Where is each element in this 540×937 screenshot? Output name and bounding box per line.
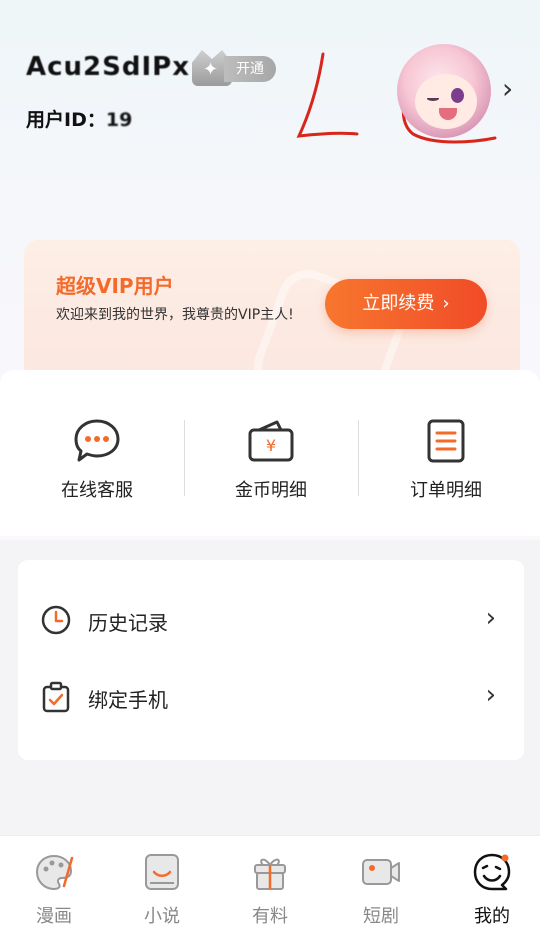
vip-card: 超级VIP用户 欢迎来到我的世界，我尊贵的VIP主人! 立即续费 › — [24, 240, 520, 380]
chat-bubble-icon — [73, 418, 121, 464]
menu-item-label: 历史记录 — [88, 611, 168, 635]
menu-list: 历史记录 › 绑定手机 › — [18, 560, 524, 760]
book-icon — [142, 852, 182, 892]
gift-icon — [250, 852, 290, 892]
star-icon: ✦ — [203, 59, 219, 80]
tab-label: 我的 — [474, 906, 510, 927]
chevron-right-icon: › — [485, 603, 496, 633]
tab-manga[interactable]: 漫画 — [0, 852, 108, 928]
tab-label: 小说 — [144, 906, 180, 927]
clock-icon — [40, 604, 72, 636]
chevron-right-icon[interactable]: › — [502, 72, 518, 105]
tab-featured[interactable]: 有料 — [216, 852, 324, 928]
menu-item-label: 绑定手机 — [88, 688, 168, 712]
chevron-right-icon: › — [442, 293, 450, 314]
tab-label: 有料 — [252, 906, 288, 927]
services-panel: 在线客服 ¥ 金币明细 订单明细 — [0, 370, 540, 536]
video-icon — [361, 852, 401, 892]
avatar[interactable] — [397, 44, 491, 138]
tab-mine[interactable]: 我的 — [438, 852, 540, 928]
tab-short-drama[interactable]: 短剧 — [327, 852, 435, 928]
menu-item-bind-phone[interactable]: 绑定手机 › — [18, 667, 524, 727]
user-id-value: 19 — [105, 109, 133, 131]
chevron-right-icon: › — [485, 680, 496, 710]
menu-item-history[interactable]: 历史记录 › — [18, 590, 524, 650]
service-online-support[interactable]: 在线客服 — [17, 418, 177, 502]
profile-header: Acu2SdIPx ✦ 开通 用户ID：19 › — [0, 0, 540, 220]
wallet-icon: ¥ — [247, 418, 295, 464]
service-label: 在线客服 — [61, 480, 133, 501]
service-coin-details[interactable]: ¥ 金币明细 — [191, 418, 351, 502]
profile-face-icon — [472, 852, 512, 892]
vip-open-badge[interactable]: ✦ 开通 — [192, 50, 282, 86]
svg-text:¥: ¥ — [266, 436, 276, 455]
tab-label: 短剧 — [363, 906, 399, 927]
tab-label: 漫画 — [36, 906, 72, 927]
user-id: 用户ID：19 — [26, 105, 132, 132]
renew-label: 立即续费 — [362, 293, 435, 314]
vip-description: 欢迎来到我的世界，我尊贵的VIP主人! — [56, 307, 294, 323]
palette-icon — [34, 852, 74, 892]
user-id-label: 用户ID： — [26, 109, 106, 131]
divider — [184, 420, 185, 496]
vip-open-label: 开通 — [224, 56, 276, 82]
divider — [358, 420, 359, 496]
bottom-tab-bar: 漫画 小说 有料 短剧 我的 — [0, 835, 540, 937]
order-list-icon — [422, 418, 470, 464]
service-order-details[interactable]: 订单明细 — [366, 418, 526, 502]
username: Acu2SdIPx — [26, 52, 190, 82]
tab-novel[interactable]: 小说 — [108, 852, 216, 928]
renew-button[interactable]: 立即续费 › — [325, 279, 487, 329]
clipboard-check-icon — [40, 681, 72, 713]
service-label: 金币明细 — [235, 480, 307, 501]
vip-title: 超级VIP用户 — [56, 274, 174, 298]
service-label: 订单明细 — [410, 480, 482, 501]
